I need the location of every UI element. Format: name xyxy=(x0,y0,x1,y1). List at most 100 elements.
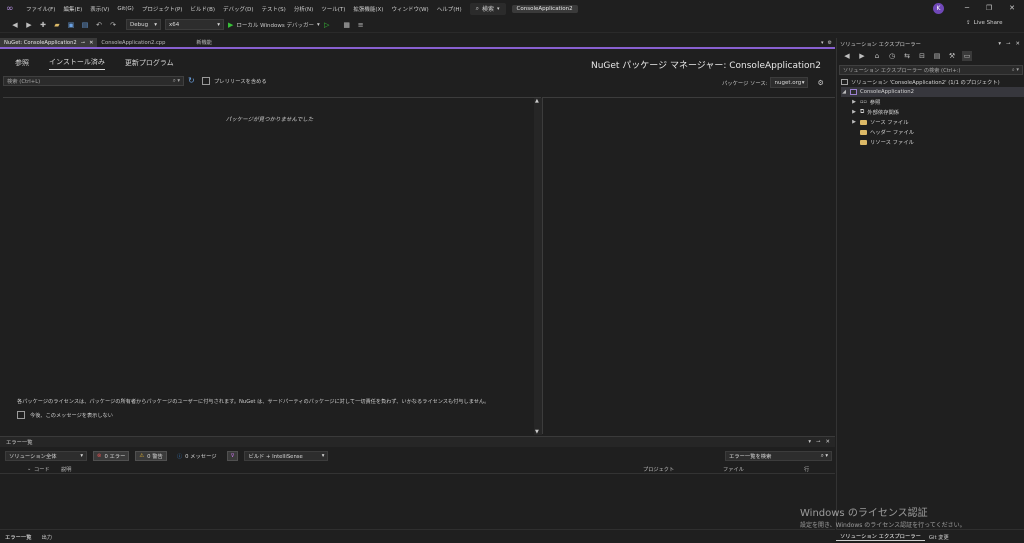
menu-test[interactable]: テスト(S) xyxy=(258,5,290,13)
package-search-input[interactable]: 検索 (Ctrl+L) ⌕ ▾ xyxy=(3,76,184,86)
close-icon[interactable]: ✕ xyxy=(826,439,830,445)
undo-icon[interactable]: ↶ xyxy=(94,20,104,30)
column-code[interactable]: コード xyxy=(34,466,50,473)
show-all-files-icon[interactable]: ▤ xyxy=(932,51,942,61)
tree-references-node[interactable]: ▶ ▫▫ 参照 xyxy=(851,97,880,107)
history-icon[interactable]: ◷ xyxy=(887,51,897,61)
menu-tools[interactable]: ツール(T) xyxy=(317,5,349,13)
tab-overflow-icon[interactable]: ▾ xyxy=(821,40,824,46)
menu-analyze[interactable]: 分析(N) xyxy=(290,5,317,13)
menu-build[interactable]: ビルド(B) xyxy=(186,5,219,13)
sort-icon[interactable]: ⌄ xyxy=(27,466,31,472)
scroll-down-icon[interactable]: ▼ xyxy=(535,429,539,435)
tab-whats-new[interactable]: 新機能 xyxy=(192,38,216,47)
sync-icon[interactable]: ⇆ xyxy=(902,51,912,61)
gear-icon[interactable]: ⚙ xyxy=(828,40,832,46)
menu-extensions[interactable]: 拡張機能(X) xyxy=(349,5,387,13)
tab-solution-explorer[interactable]: ソリューション エクスプローラー xyxy=(836,532,925,541)
checkbox-box[interactable] xyxy=(202,77,210,85)
account-avatar[interactable]: K xyxy=(933,3,944,14)
package-source-dropdown[interactable]: nuget.org ▾ xyxy=(770,77,809,88)
close-icon[interactable]: ✕ xyxy=(1005,2,1019,15)
back-icon[interactable]: ◀ xyxy=(10,20,20,30)
menu-project[interactable]: プロジェクト(P) xyxy=(138,5,187,13)
live-share-button[interactable]: ⇪ Live Share xyxy=(966,20,1002,26)
tree-solution-node[interactable]: ソリューション 'ConsoleApplication2' (1/1 のプロジェ… xyxy=(841,77,1000,87)
build-filter-dropdown[interactable]: ビルド + IntelliSense ▾ xyxy=(244,451,329,461)
tree-external-deps-node[interactable]: ▶ ⧉ 外部依存関係 xyxy=(851,107,899,117)
start-without-debugging-icon[interactable]: ▷ xyxy=(322,20,332,30)
checkbox-box[interactable] xyxy=(17,411,25,419)
configuration-dropdown[interactable]: Debug ▾ xyxy=(126,19,161,30)
save-icon[interactable]: ▣ xyxy=(66,20,76,30)
menu-help[interactable]: ヘルプ(H) xyxy=(433,5,466,13)
search-icon[interactable]: ⌕ ▾ xyxy=(173,78,180,85)
gear-icon[interactable]: ⚙ xyxy=(817,79,823,87)
messages-filter-toggle[interactable]: ⓘ 0 メッセージ xyxy=(173,451,221,461)
toolbox-icon[interactable]: ▦ xyxy=(342,20,352,30)
global-search-button[interactable]: ⌕ 検索 ▾ xyxy=(469,2,506,15)
start-debugging-button[interactable]: ▶ ローカル Windows デバッガー ▾ xyxy=(228,21,320,29)
tree-project-node[interactable]: ◢ ConsoleApplication2 xyxy=(841,87,1024,97)
solution-search-input[interactable]: ソリューション エクスプローラー の検索 (Ctrl+:) ⌕ ▾ xyxy=(839,65,1023,75)
dont-show-again-checkbox[interactable]: 今後、このメッセージを表示しない xyxy=(17,411,113,419)
tab-error-list[interactable]: エラー一覧 xyxy=(0,530,37,543)
warnings-filter-toggle[interactable]: ⚠ 0 警告 xyxy=(135,451,167,461)
tab-git-changes[interactable]: Git 変更 xyxy=(925,533,953,541)
include-prerelease-checkbox[interactable]: プレリリースを含める xyxy=(202,77,267,85)
forward-icon[interactable]: ▶ xyxy=(24,20,34,30)
home-icon[interactable]: ⌂ xyxy=(872,51,882,61)
tab-output[interactable]: 出力 xyxy=(37,530,58,543)
package-list-scrollbar[interactable]: ▲ ▼ xyxy=(534,98,542,435)
collapsed-caret-icon[interactable]: ▶ xyxy=(851,109,857,115)
tab-browse[interactable]: 参照 xyxy=(15,58,29,70)
collapsed-caret-icon[interactable]: ▶ xyxy=(851,119,857,125)
toolbar-options-icon[interactable]: ≡ xyxy=(356,20,366,30)
filter-icon[interactable]: ⊽ xyxy=(226,451,239,461)
menu-window[interactable]: ウィンドウ(W) xyxy=(387,5,432,13)
tab-updates[interactable]: 更新プログラム xyxy=(125,58,174,70)
menu-view[interactable]: 表示(V) xyxy=(86,5,113,13)
pin-icon[interactable]: ⊸ xyxy=(816,439,820,445)
tree-source-files-node[interactable]: ▶ ソース ファイル xyxy=(851,117,908,127)
column-line[interactable]: 行 xyxy=(804,466,809,473)
tab-cpp-file[interactable]: ConsoleApplication2.cpp xyxy=(97,38,192,47)
tab-nuget[interactable]: NuGet: ConsoleApplication2 ⊸ ✕ xyxy=(0,38,98,47)
minimize-icon[interactable]: ─ xyxy=(960,2,974,15)
open-folder-icon[interactable]: ▰ xyxy=(52,20,62,30)
save-all-icon[interactable]: ▤ xyxy=(80,20,90,30)
menu-file[interactable]: ファイル(F) xyxy=(22,5,59,13)
menu-git[interactable]: Git(G) xyxy=(113,6,138,12)
collapse-all-icon[interactable]: ⊟ xyxy=(917,51,927,61)
back-icon[interactable]: ◀ xyxy=(842,51,852,61)
tab-installed[interactable]: インストール済み xyxy=(49,57,105,70)
menu-edit[interactable]: 編集(E) xyxy=(59,5,86,13)
tree-resource-files-node[interactable]: リソース ファイル xyxy=(860,137,914,147)
close-icon[interactable]: ✕ xyxy=(1016,41,1020,47)
preview-icon[interactable]: ▭ xyxy=(962,51,972,61)
scope-dropdown[interactable]: ソリューション全体 ▾ xyxy=(5,451,87,461)
close-icon[interactable]: ✕ xyxy=(89,40,93,46)
refresh-icon[interactable]: ↻ xyxy=(188,76,195,85)
new-item-icon[interactable]: ✚ xyxy=(38,20,48,30)
column-description[interactable]: 説明 xyxy=(61,466,71,473)
collapsed-caret-icon[interactable]: ▶ xyxy=(851,99,857,105)
chevron-down-icon[interactable]: ▾ xyxy=(998,41,1001,47)
scroll-up-icon[interactable]: ▲ xyxy=(535,98,539,104)
visual-studio-logo-icon[interactable]: ∞ xyxy=(6,4,16,14)
tree-header-files-node[interactable]: ヘッダー ファイル xyxy=(860,127,914,137)
search-icon[interactable]: ⌕ ▾ xyxy=(1012,67,1019,74)
expanded-caret-icon[interactable]: ◢ xyxy=(841,89,847,95)
error-search-input[interactable]: エラー一覧を検索 ⌕ ▾ xyxy=(725,451,832,461)
forward-icon[interactable]: ▶ xyxy=(857,51,867,61)
column-file[interactable]: ファイル xyxy=(723,466,744,473)
pin-icon[interactable]: ⊸ xyxy=(1006,41,1010,47)
pin-icon[interactable]: ⊸ xyxy=(81,40,85,46)
errors-filter-toggle[interactable]: ⊗ 0 エラー xyxy=(93,451,130,461)
platform-dropdown[interactable]: x64 ▾ xyxy=(165,19,224,30)
restore-icon[interactable]: ❐ xyxy=(982,2,996,15)
column-project[interactable]: プロジェクト xyxy=(643,466,674,473)
chevron-down-icon[interactable]: ▾ xyxy=(808,439,811,445)
redo-icon[interactable]: ↷ xyxy=(108,20,118,30)
search-icon[interactable]: ⌕ ▾ xyxy=(821,453,828,460)
